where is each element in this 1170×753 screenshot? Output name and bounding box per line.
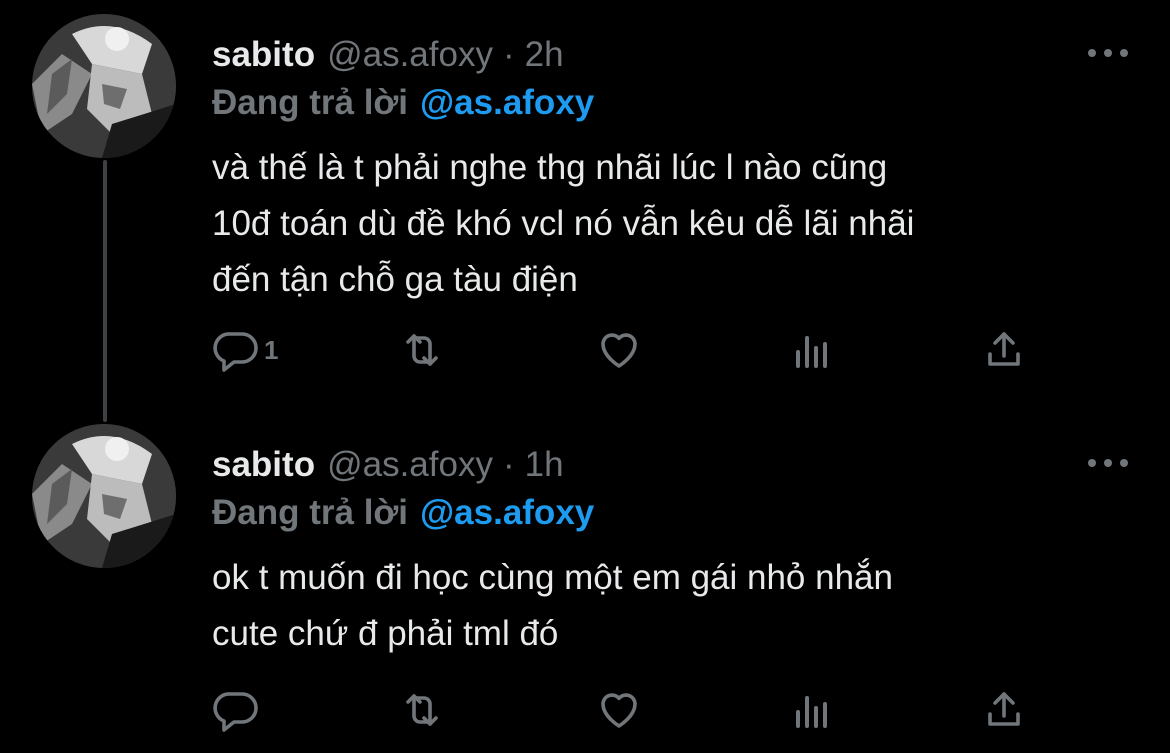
tweet-text: ok t muốn đi học cùng một em gái nhỏ nhắ…: [212, 550, 1132, 662]
separator: ·: [502, 35, 515, 74]
tweet-text-line: cute chứ đ phải tml đó: [212, 614, 559, 653]
reply-button[interactable]: [212, 682, 264, 738]
display-name[interactable]: sabito: [212, 35, 315, 75]
reply-button[interactable]: 1: [212, 322, 278, 378]
separator: ·: [502, 445, 515, 484]
timestamp[interactable]: 1h: [525, 445, 564, 485]
retweet-button[interactable]: [398, 322, 446, 378]
avatar[interactable]: [32, 14, 176, 158]
share-icon: [988, 332, 1020, 366]
avatar[interactable]: [32, 424, 176, 568]
views-button[interactable]: [788, 322, 836, 378]
display-name[interactable]: sabito: [212, 445, 315, 485]
reply-label: Đang trả lời: [212, 83, 409, 122]
user-handle[interactable]: @as.afoxy: [327, 445, 493, 485]
share-icon: [988, 692, 1020, 726]
views-icon: [796, 336, 827, 368]
retweet-icon: [406, 334, 438, 366]
tweet-2[interactable]: sabito @as.afoxy · 1h Đang trả lời @as.a…: [0, 410, 1170, 753]
retweet-icon: [406, 694, 438, 726]
reply-context: Đang trả lời @as.afoxy: [212, 78, 594, 128]
views-button[interactable]: [788, 682, 836, 738]
like-button[interactable]: [595, 322, 643, 378]
tweet-text-line: đến tận chỗ ga tàu điện: [212, 260, 578, 299]
more-icon[interactable]: [1088, 38, 1128, 68]
action-bar: 1: [212, 322, 1042, 378]
timestamp[interactable]: 2h: [525, 35, 564, 75]
like-icon: [601, 693, 637, 728]
tweet-text: và thế là t phải nghe thg nhãi lúc l nào…: [212, 140, 1132, 308]
reply-icon: [213, 332, 258, 372]
reply-context: Đang trả lời @as.afoxy: [212, 488, 594, 538]
share-button[interactable]: [980, 322, 1028, 378]
retweet-button[interactable]: [398, 682, 446, 738]
reply-icon: [213, 692, 258, 732]
reply-handle-link[interactable]: @as.afoxy: [420, 83, 594, 123]
tweet-header: sabito @as.afoxy · 2h: [212, 30, 564, 80]
more-icon[interactable]: [1088, 448, 1128, 478]
like-icon: [601, 333, 637, 368]
tweet-header: sabito @as.afoxy · 1h: [212, 440, 564, 490]
tweet-text-line: ok t muốn đi học cùng một em gái nhỏ nhắ…: [212, 558, 893, 597]
user-handle[interactable]: @as.afoxy: [327, 35, 493, 75]
tweet-text-line: và thế là t phải nghe thg nhãi lúc l nào…: [212, 148, 888, 187]
like-button[interactable]: [595, 682, 643, 738]
tweet-1[interactable]: sabito @as.afoxy · 2h Đang trả lời @as.a…: [0, 0, 1170, 410]
tweet-text-line: 10đ toán dù đề khó vcl nó vẫn kêu dễ lãi…: [212, 204, 915, 243]
views-icon: [796, 696, 827, 728]
share-button[interactable]: [980, 682, 1028, 738]
action-bar: [212, 682, 1042, 738]
reply-handle-link[interactable]: @as.afoxy: [420, 493, 594, 533]
reply-label: Đang trả lời: [212, 493, 409, 532]
reply-count: 1: [264, 334, 279, 365]
